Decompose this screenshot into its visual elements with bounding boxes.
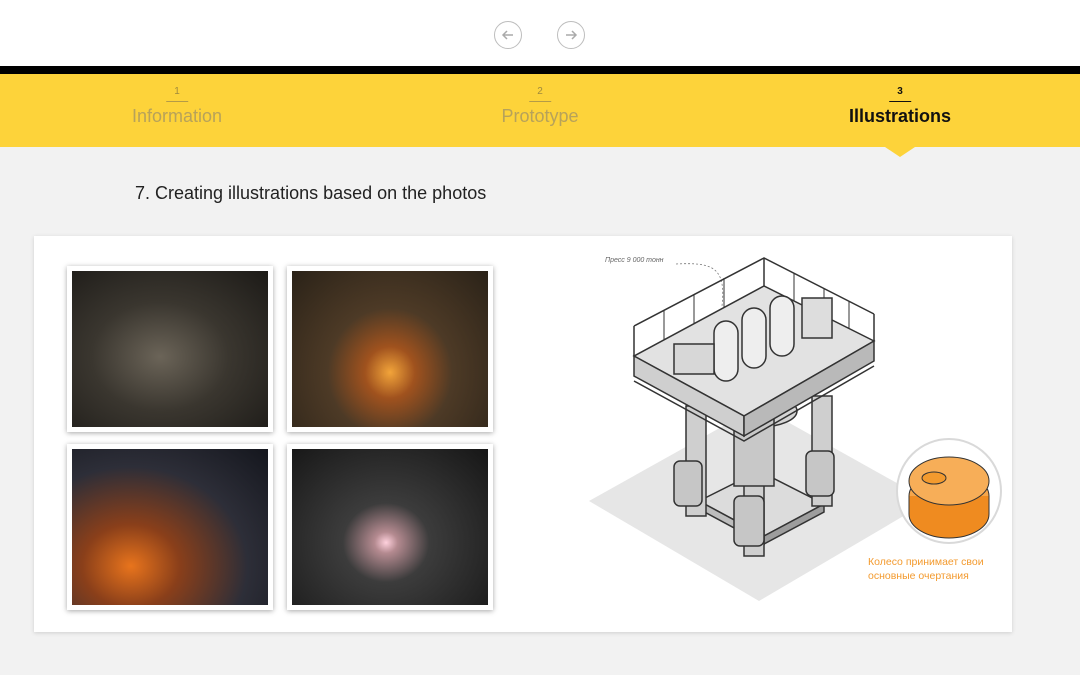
photo-press-glowing [287, 266, 493, 432]
active-tab-pointer [885, 147, 915, 157]
step-tabs: 1 Information 2 Prototype 3 Illustration… [0, 74, 1080, 147]
photo-furnace [67, 444, 273, 610]
divider [0, 66, 1080, 74]
tab-label: Illustrations [848, 106, 951, 126]
tab-prototype[interactable]: 2 Prototype [460, 74, 620, 147]
tab-information[interactable]: 1 Information [97, 74, 257, 147]
tab-number: 2 [537, 86, 543, 97]
tab-illustrations[interactable]: 3 Illustrations [820, 74, 980, 147]
section-title: 7. Creating illustrations based on the p… [135, 183, 487, 203]
photo-press-overview [67, 266, 273, 432]
top-bar [0, 0, 1080, 66]
tab-number: 3 [897, 86, 903, 97]
photo-hot-metal [287, 444, 493, 610]
illustration-caption: Колесо принимает свои основные очертания [868, 556, 984, 582]
tab-label: Prototype [501, 106, 579, 126]
next-button[interactable] [557, 21, 585, 49]
tab-label: Information [131, 106, 223, 126]
prev-button[interactable] [494, 21, 522, 49]
arrow-left-icon [501, 30, 513, 40]
illustration-label: Пресс 9 000 тонн [605, 257, 664, 264]
arrow-right-icon [566, 30, 578, 40]
tab-number: 1 [174, 86, 180, 97]
content-card: Пресс 9 000 тонн Колесо принимает свои о… [34, 236, 1012, 632]
